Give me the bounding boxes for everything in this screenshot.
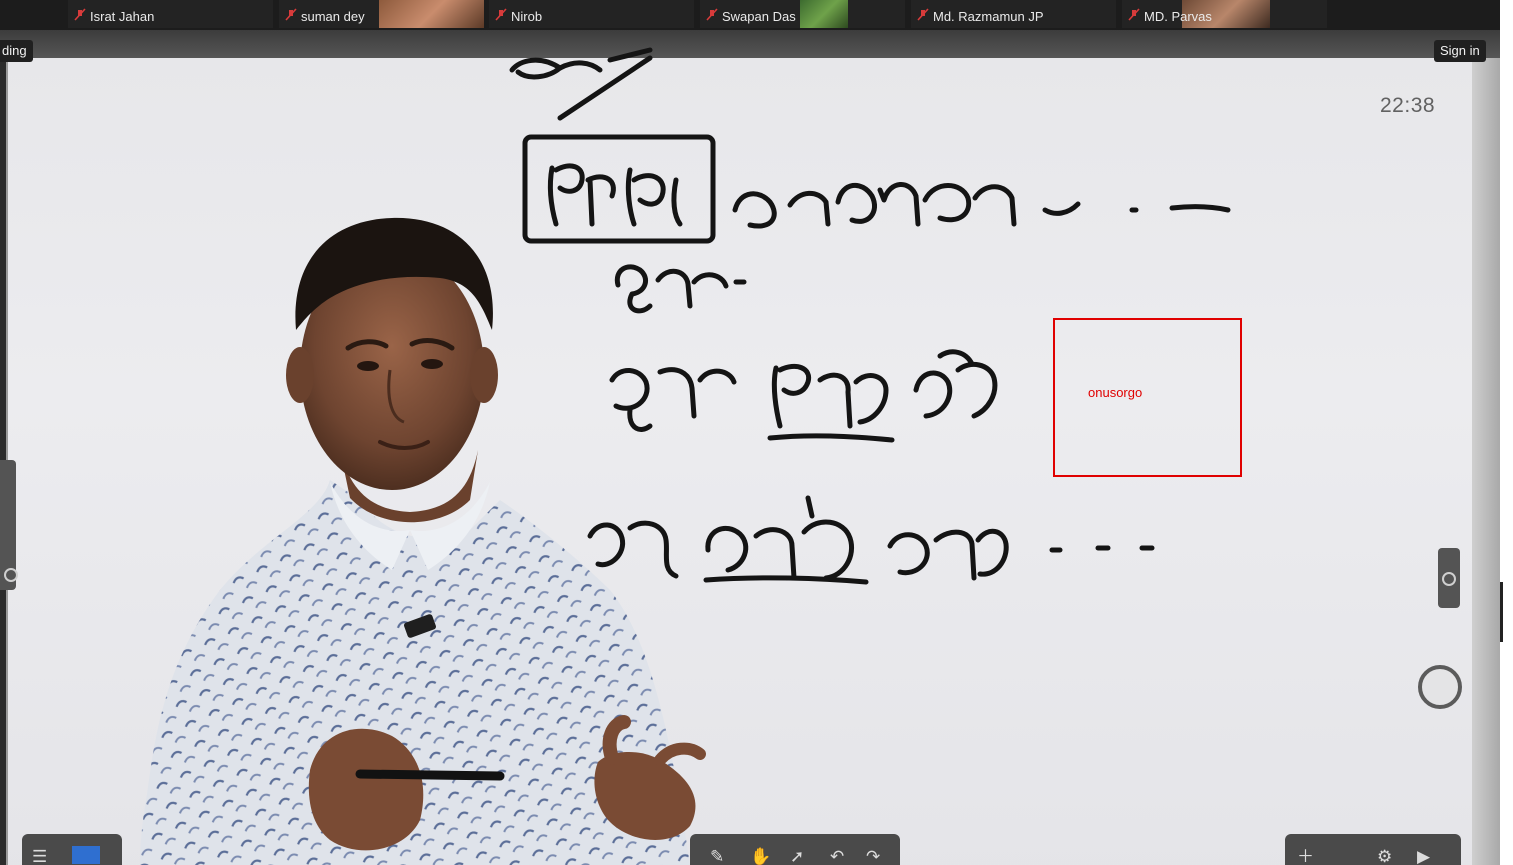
muted-mic-icon [917,8,929,21]
presenter-video [140,217,706,865]
toggle-dot-icon [1442,572,1456,586]
scrollbar-thumb[interactable] [1500,582,1503,642]
menu-icon[interactable]: ☰ [32,848,47,865]
participant-video-thumbnail [800,0,848,28]
participant-video-thumbnail [379,0,484,28]
record-ring-icon[interactable] [1418,665,1462,709]
participant-tile[interactable]: MD. Parvas [1122,0,1327,28]
board-toolbar-right[interactable]: ＋ ⚙ ▶ [1285,834,1461,865]
participant-name: MD. Parvas [1144,9,1212,24]
meeting-window: Israt Jahan suman dey Nirob Swapan Das M… [0,0,1513,865]
left-side-tab[interactable] [0,460,18,590]
undo-icon[interactable]: ↶ [830,848,844,865]
muted-mic-icon [495,8,507,21]
annotation-box[interactable]: onusorgo [1053,318,1242,477]
participant-name: suman dey [301,9,365,24]
next-page-icon[interactable]: ▶ [1417,848,1430,865]
participant-strip: Israt Jahan suman dey Nirob Swapan Das M… [0,0,1513,31]
board-toolbar-left[interactable]: ☰ [22,834,122,865]
participant-name: Swapan Das [722,9,796,24]
participant-tile[interactable]: Md. Razmamun JP [911,0,1116,28]
window-edge [1500,0,1513,865]
participant-name: Md. Razmamun JP [933,9,1044,24]
annotation-text: onusorgo [1088,385,1143,400]
add-page-icon[interactable]: ＋ [1297,848,1314,865]
hand-icon[interactable]: ✋ [750,848,771,865]
participant-name: Israt Jahan [90,9,155,24]
right-side-tab[interactable] [1438,548,1460,608]
muted-mic-icon [1128,8,1140,21]
muted-mic-icon [706,8,718,21]
pen-icon[interactable]: ✎ [710,848,724,865]
board-toolbar-tools[interactable]: ✎ ✋ ➚ ↶ ↷ [690,834,900,865]
participant-tile[interactable]: Israt Jahan [68,0,273,28]
page-thumbnail-icon[interactable] [72,846,100,864]
toggle-dot-icon [4,568,18,582]
muted-mic-icon [74,8,86,21]
shared-video: ding Sign in 22:38 ☰ ✎ ✋ ➚ ↶ ↷ ＋ ⚙ ▶ [0,30,1500,865]
settings-icon[interactable]: ⚙ [1377,848,1392,865]
participant-tile[interactable]: suman dey [279,0,484,28]
participant-tile[interactable]: Swapan Das [700,0,905,28]
muted-mic-icon [285,8,297,21]
participant-tile[interactable]: Nirob [489,0,694,28]
participant-name: Nirob [511,9,543,24]
pointer-icon[interactable]: ➚ [790,848,804,865]
redo-icon[interactable]: ↷ [866,848,880,865]
